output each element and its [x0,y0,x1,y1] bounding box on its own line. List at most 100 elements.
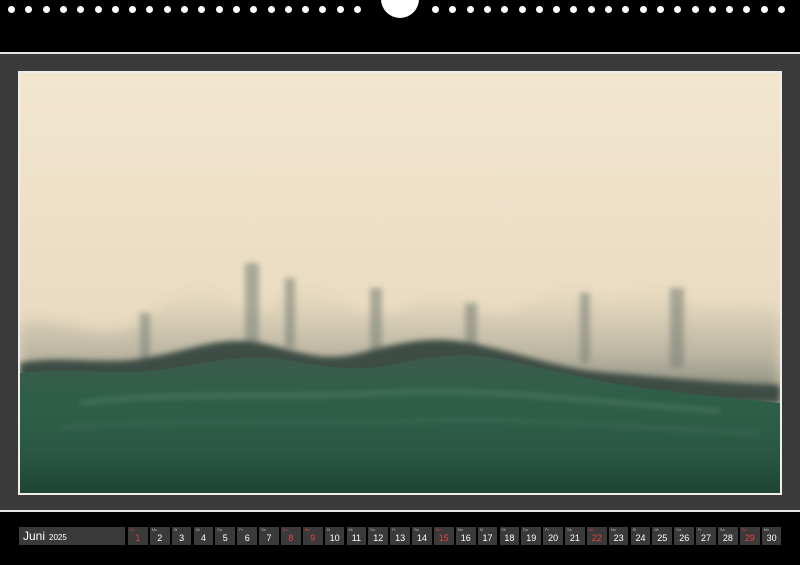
binding-hole [726,6,734,13]
month-name: Juni [23,529,46,543]
day-number: 15 [438,533,449,543]
day-cell: Sa 28 [718,527,738,545]
binding-hole [319,6,327,13]
binding-hole [94,6,102,13]
binding-hole [77,6,85,13]
day-cell: Mo 30 [761,527,782,545]
wave-photo-image [20,73,780,493]
day-number: 25 [657,533,668,543]
day-cell: Do 19 [521,527,542,545]
wave-photo [18,71,782,495]
binding-hole [622,6,630,13]
binding-hole [25,6,33,13]
day-number: 12 [373,533,384,543]
day-number: 22 [591,533,602,543]
day-cell: Di 17 [477,527,498,545]
day-cell: Sa 14 [412,527,432,545]
day-cell: Fr 27 [696,527,716,545]
day-cell: Mo 9 [302,527,323,545]
day-number: 28 [722,533,733,543]
day-cell: Do 5 [215,527,236,545]
binding-hole [674,6,682,13]
day-number: 8 [288,533,294,543]
day-number: 9 [310,533,316,543]
binding-hole [708,6,716,13]
day-number: 7 [266,533,272,543]
month-label: Juni 2025 [19,527,125,545]
day-number: 11 [351,533,362,543]
day-cell: So 1 [128,527,148,545]
binding-hole [639,6,647,13]
day-cell: Mo 16 [455,527,476,545]
day-number: 19 [526,533,537,543]
day-number: 2 [157,533,163,543]
day-cell: Mo 23 [608,527,629,545]
day-number: 30 [766,533,777,543]
binding-hole [302,6,310,13]
binding-strip [0,0,800,52]
binding-hole [605,6,612,13]
day-number: 26 [679,533,690,543]
day-cell: Di 24 [630,527,651,545]
binding-hole [354,6,361,13]
binding-hole [111,6,119,13]
day-cell: Mo 2 [149,527,170,545]
day-number: 29 [744,533,755,543]
day-cell: Mi 25 [652,527,673,545]
day-number: 20 [548,533,559,543]
binding-hole [215,6,223,13]
day-cell: So 29 [739,527,760,545]
binding-hole [163,6,171,13]
day-cell: Mi 11 [346,527,367,545]
day-number: 1 [135,533,141,543]
binding-hole [553,6,561,13]
day-number: 23 [613,533,624,543]
binding-hole [232,6,240,13]
binding-hole [466,6,474,13]
binding-hole [336,6,344,13]
binding-hole [449,6,457,13]
day-cell: Sa 21 [565,527,585,545]
day-number: 17 [482,533,493,543]
binding-hole [535,6,543,13]
day-number: 5 [222,533,228,543]
day-number: 27 [700,533,711,543]
day-cell: Do 12 [368,527,389,545]
hanger-notch [381,0,419,18]
binding-hole [267,6,275,13]
day-number: 4 [200,533,206,543]
binding-hole [198,6,206,13]
binding-hole [432,6,439,13]
binding-hole [129,6,137,13]
day-cell: Di 3 [171,527,192,545]
day-number: 14 [416,533,427,543]
binding-hole [518,6,526,13]
day-cell: Mi 4 [193,527,214,545]
day-number: 6 [244,533,250,543]
day-number: 24 [635,533,646,543]
day-number: 16 [460,533,471,543]
calendar-strip: Juni 2025 So 1 Mo 2 Di 3 Mi 4 Do 5 Fr 6 Sa 7 So 8 Mo 9 Di 1… [0,512,800,565]
binding-hole [778,6,785,13]
day-number: 18 [504,533,515,543]
day-number: 3 [179,533,185,543]
day-number: 21 [569,533,580,543]
binding-hole [59,6,67,13]
day-cell: Fr 13 [390,527,410,545]
binding-hole [691,6,699,13]
binding-hole [42,6,50,13]
binding-hole [501,6,509,13]
binding-hole [483,6,491,13]
binding-hole [760,6,768,13]
binding-hole [146,6,154,13]
binding-hole [587,6,595,13]
day-number: 10 [329,533,340,543]
calendar-page: Juni 2025 So 1 Mo 2 Di 3 Mi 4 Do 5 Fr 6 Sa 7 So 8 Mo 9 Di 1… [0,54,800,565]
day-cell: So 15 [433,527,454,545]
day-cell: Fr 6 [237,527,258,545]
binding-hole [181,6,188,13]
day-number: 13 [395,533,406,543]
month-year: 2025 [49,533,67,542]
day-cell: Do 26 [674,527,695,545]
day-cell: So 8 [281,527,301,545]
